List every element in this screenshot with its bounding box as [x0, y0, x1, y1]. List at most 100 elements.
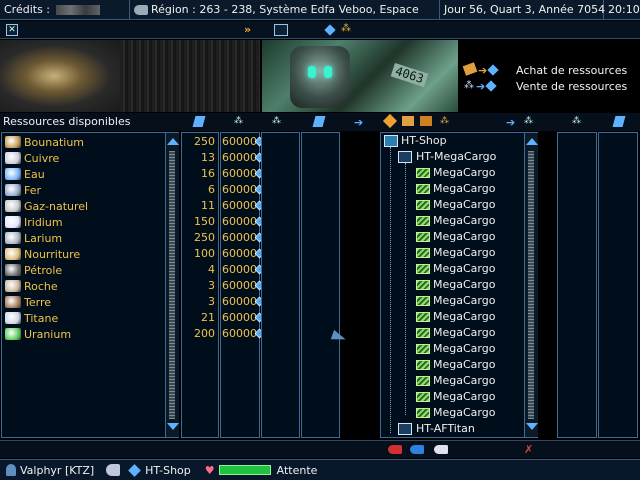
resource-row[interactable]: Titane [2, 310, 58, 326]
bottom-status-bar: Valphyr [KTZ] HT-Shop ♥ Attente [0, 459, 640, 480]
megacargo-icon [416, 280, 430, 290]
resource-name: Titane [24, 311, 59, 325]
cluster-column-icon[interactable]: ⁂ [572, 116, 584, 128]
double-arrow-right-icon[interactable]: » [244, 23, 251, 36]
resource-quantity: 3 [208, 279, 215, 292]
empty-column [557, 132, 597, 438]
resource-name: Terre [24, 295, 51, 309]
region-label: Région : 263 - 238, Système Edfa Veboo, … [151, 3, 419, 16]
tree-item-label[interactable]: MegaCargo [433, 294, 495, 307]
diamond-column-icon[interactable] [312, 116, 326, 127]
legend-buy: ➔ Achat de ressources [462, 62, 627, 77]
gold-diamond-icon[interactable] [382, 113, 398, 129]
resource-row[interactable]: Larium [2, 230, 62, 246]
resource-row[interactable]: Bounatium [2, 134, 84, 150]
arrow-right-icon: ➔ [476, 80, 486, 93]
resource-icon [5, 168, 21, 180]
resource-name: Uranium [24, 327, 72, 341]
resource-emblem-image [0, 40, 120, 112]
empty-column [301, 132, 340, 438]
tree-item-label[interactable]: MegaCargo [433, 358, 495, 371]
player-info[interactable]: Valphyr [KTZ] [6, 464, 94, 477]
tree-item-label[interactable]: MegaCargo [433, 262, 495, 275]
megacargo-icon [416, 376, 430, 386]
resource-capacity: 60000 [222, 327, 257, 340]
tree-item-label[interactable]: MegaCargo [433, 278, 495, 291]
location-info[interactable]: HT-Shop [128, 464, 191, 477]
resource-row[interactable]: Cuivre [2, 150, 59, 166]
transfer-arrow-icon[interactable]: ➔ [506, 116, 518, 129]
resource-name: Larium [24, 231, 63, 245]
tree-root-label[interactable]: HT-Shop [401, 134, 447, 147]
close-icon[interactable]: ✕ [6, 24, 18, 36]
tree-item-label[interactable]: MegaCargo [433, 198, 495, 211]
scroll-down-icon[interactable] [167, 423, 179, 430]
cluster-column-icon[interactable]: ⁂ [234, 116, 246, 128]
resource-row[interactable]: Uranium [2, 326, 71, 342]
unload-cancel-icon[interactable]: ✗ [524, 443, 533, 456]
crate-stack-icon[interactable] [420, 116, 432, 126]
resource-name: Roche [24, 279, 58, 293]
tree-item-label[interactable]: MegaCargo [433, 246, 495, 259]
resource-row[interactable]: Gaz-naturel [2, 198, 88, 214]
crate-icon[interactable] [402, 116, 414, 126]
tree-item-label[interactable]: MegaCargo [433, 326, 495, 339]
resource-capacity: 60000 [222, 151, 257, 164]
resource-row[interactable]: Nourriture [2, 246, 80, 262]
resource-row[interactable]: Pétrole [2, 262, 62, 278]
ship-view-icon[interactable] [274, 24, 288, 36]
cluster-icon: ⁂ [464, 80, 474, 91]
tree-group-label[interactable]: HT-MegaCargo [416, 150, 496, 163]
tree-item-label[interactable]: MegaCargo [433, 342, 495, 355]
scroll-up-icon[interactable] [167, 138, 179, 145]
tree-item-label[interactable]: MegaCargo [433, 390, 495, 403]
action-strip: ✗ [0, 440, 640, 458]
tree-item-label[interactable]: MegaCargo [433, 166, 495, 179]
time-cell: 20:10 [604, 0, 640, 20]
tree-item-label[interactable]: MegaCargo [433, 214, 495, 227]
cluster-column-icon[interactable]: ⁂ [524, 116, 536, 128]
resource-row[interactable]: Iridium [2, 214, 63, 230]
resource-quantity: 4 [208, 263, 215, 276]
crate-icon [462, 62, 478, 76]
megacargo-icon [416, 328, 430, 338]
transfer-arrow-icon[interactable]: ➔ [354, 116, 366, 129]
ship-indicator[interactable] [106, 464, 124, 476]
resource-icon [5, 136, 21, 148]
robot-head [290, 46, 350, 108]
resource-quantity: 250 [194, 231, 215, 244]
megacargo-icon [416, 216, 430, 226]
player-name: Valphyr [KTZ] [20, 463, 95, 477]
megacargo-icon [416, 344, 430, 354]
diamond-icon[interactable] [324, 24, 336, 36]
resource-row[interactable]: Terre [2, 294, 51, 310]
scroll-track[interactable] [169, 151, 175, 419]
resource-row[interactable]: Eau [2, 166, 45, 182]
time-label: 20:10 [608, 3, 640, 16]
capacity-column: 60000 60000 60000 60000 60000 60000 60000 60000… [220, 132, 265, 438]
ship-white-icon[interactable] [434, 445, 448, 454]
ship-red-icon[interactable] [388, 445, 402, 454]
diamond-column-icon[interactable] [192, 116, 206, 127]
tree-item-label[interactable]: MegaCargo [433, 406, 495, 419]
health-info: ♥ Attente [205, 464, 318, 477]
tree-item-label[interactable]: MegaCargo [433, 374, 495, 387]
cluster-icon[interactable]: ⁂ [341, 23, 351, 34]
cluster-gold-icon[interactable]: ⁂ [440, 116, 452, 128]
scroll-down-icon[interactable] [526, 423, 538, 430]
tree-item-label[interactable]: MegaCargo [433, 230, 495, 243]
ship-blue-icon[interactable] [410, 445, 424, 454]
buy-icons: ➔ [462, 62, 516, 77]
resource-row[interactable]: Roche [2, 278, 58, 294]
tree-last-label[interactable]: HT-AFTitan [416, 422, 475, 435]
resource-icon [5, 312, 21, 324]
diamond-column-icon[interactable] [612, 116, 626, 127]
scroll-track[interactable] [528, 151, 534, 419]
scroll-up-icon[interactable] [526, 138, 538, 145]
tree-item-label[interactable]: MegaCargo [433, 182, 495, 195]
resource-scrollbar[interactable] [165, 133, 179, 437]
cluster-column-icon[interactable]: ⁂ [272, 116, 284, 128]
tree-item-label[interactable]: MegaCargo [433, 310, 495, 323]
tree-scrollbar[interactable] [524, 133, 538, 437]
resource-row[interactable]: Fer [2, 182, 41, 198]
